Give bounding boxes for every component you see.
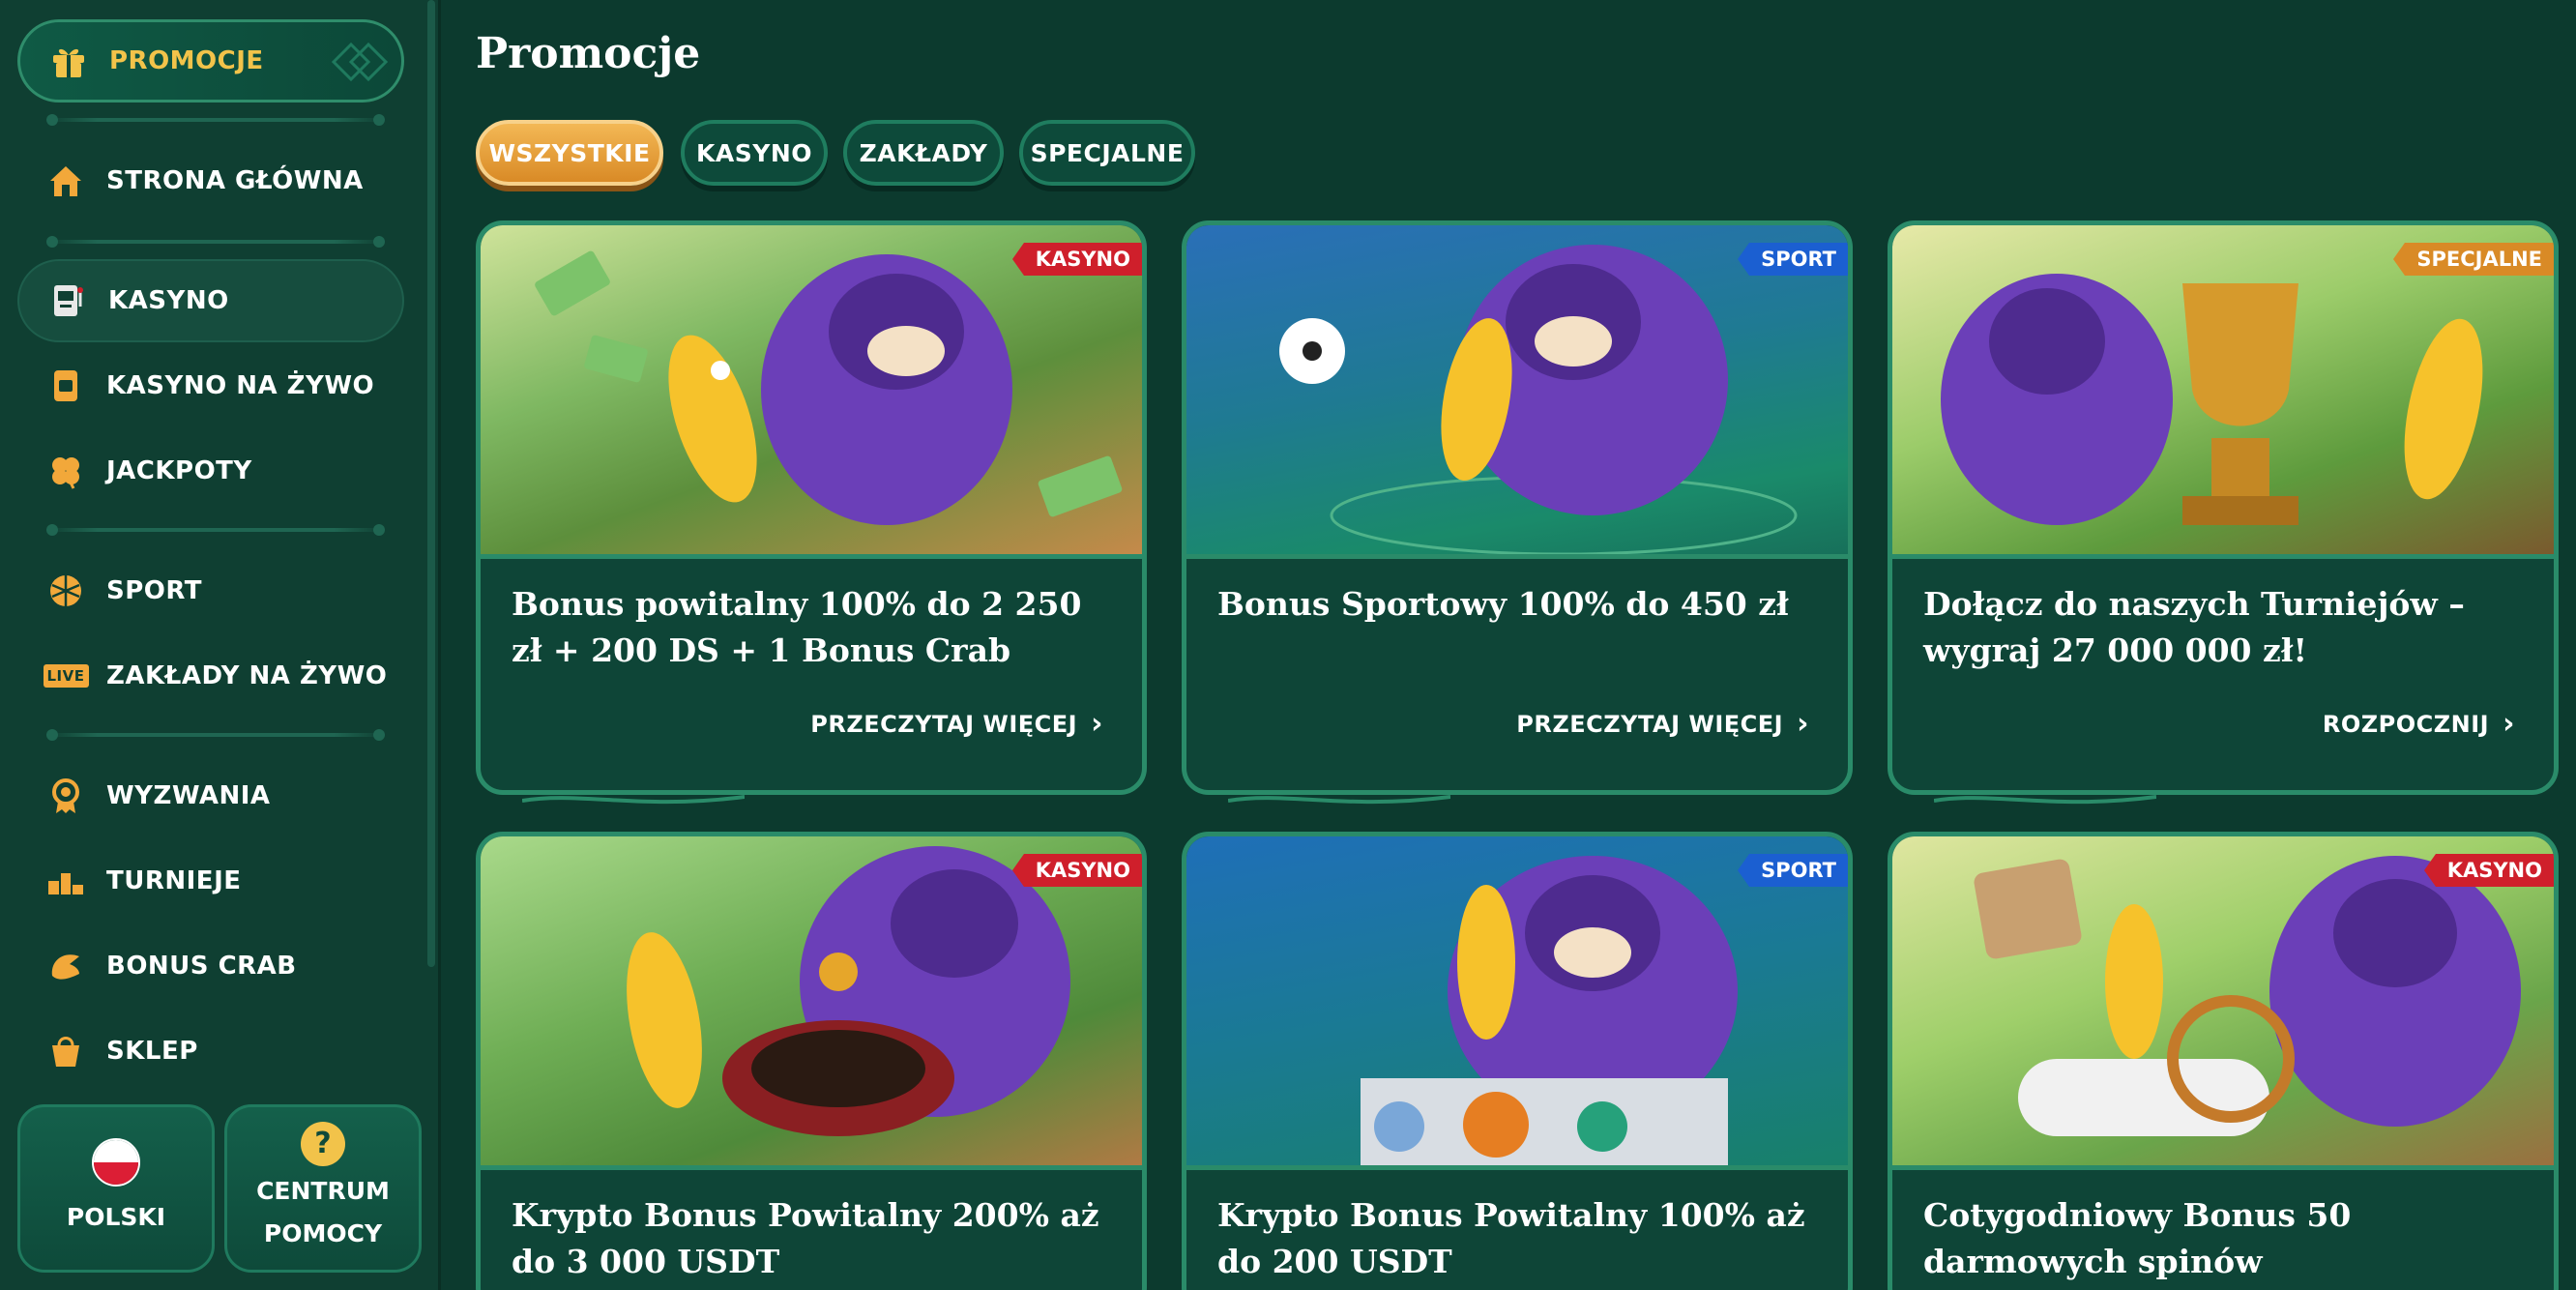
sidebar-item-label: KASYNO NA ŻYWO (106, 371, 375, 400)
question-icon: ? (301, 1122, 345, 1166)
sidebar-divider (46, 236, 385, 248)
live-casino-icon (44, 365, 87, 407)
sidebar-item-label: SPORT (106, 576, 202, 605)
sidebar-item-sklep[interactable]: SKLEP (17, 1010, 404, 1093)
sidebar-item-label: SKLEP (106, 1037, 198, 1066)
slot-machine-icon (46, 279, 89, 322)
sidebar-item-jackpoty[interactable]: JACKPOTY (17, 429, 404, 513)
chevron-right-icon: › (2503, 707, 2515, 741)
start-link[interactable]: ROZPOCZNIJ › (2323, 707, 2515, 741)
promo-card[interactable]: KASYNO Cotygodniowy Bonus 50 darmowych s… (1888, 832, 2559, 1290)
sidebar-item-zaklady-na-zywo[interactable]: LIVE ZAKŁADY NA ŻYWO (17, 634, 404, 718)
category-badge: SPECJALNE (2393, 243, 2554, 276)
promo-title: Bonus Sportowy 100% do 450 zł (1217, 585, 1789, 623)
sidebar-item-promocje[interactable]: PROMOCJE (17, 19, 404, 103)
category-badge: KASYNO (1011, 854, 1142, 887)
promo-card[interactable]: SPECJALNE Dołącz do naszych Turniejów – … (1888, 220, 2559, 795)
podium-icon (44, 860, 87, 902)
ball-icon (44, 570, 87, 612)
sidebar-item-turnieje[interactable]: TURNIEJE (17, 839, 404, 923)
promo-title: Dołącz do naszych Turniejów – wygraj 27 … (1923, 585, 2465, 669)
category-badge: SPORT (1738, 854, 1848, 887)
sidebar-divider (46, 729, 385, 741)
sidebar-item-kasyno-na-zywo[interactable]: KASYNO NA ŻYWO (17, 344, 404, 427)
help-label-line1: CENTRUM (256, 1177, 390, 1205)
leaf-decoration-icon (331, 42, 388, 82)
help-center-button[interactable]: ? CENTRUM POMOCY (224, 1104, 422, 1273)
chevron-right-icon: › (1091, 707, 1103, 741)
category-badge: SPORT (1738, 243, 1848, 276)
promo-image-football: SPORT (1186, 225, 1848, 559)
shopping-bag-icon (44, 1030, 87, 1072)
sidebar-item-label: JACKPOTY (106, 456, 252, 485)
medal-icon (44, 775, 87, 817)
sidebar-item-wyzwania[interactable]: WYZWANIA (17, 754, 404, 837)
category-badge: KASYNO (1011, 243, 1142, 276)
sidebar-item-label: BONUS CRAB (106, 952, 297, 981)
chevron-right-icon: › (1797, 707, 1809, 741)
promo-card[interactable]: KASYNO Krypto Bonus Powitalny 200% aż do… (476, 832, 1147, 1290)
sidebar-item-sport[interactable]: SPORT (17, 549, 404, 632)
vine-decoration (1228, 795, 1450, 805)
crab-claw-icon (44, 945, 87, 987)
sidebar-item-label: TURNIEJE (106, 866, 242, 895)
promo-image-crypto: SPORT (1186, 836, 1848, 1170)
promo-title: Cotygodniowy Bonus 50 darmowych spinów (1923, 1196, 2352, 1280)
live-badge-icon: LIVE (43, 655, 89, 697)
tab-kasyno[interactable]: KASYNO (681, 120, 828, 186)
promo-image-jungle-money: KASYNO (481, 225, 1142, 559)
tab-wszystkie[interactable]: WSZYSTKIE (476, 120, 663, 186)
promo-image-trophy: SPECJALNE (1892, 225, 2554, 559)
sidebar-item-label: PROMOCJE (109, 46, 264, 75)
sidebar: PROMOCJE STRONA GŁÓWNA KASYNO KASYNO NA … (0, 0, 441, 1290)
read-more-link[interactable]: PRZECZYTAJ WIĘCEJ › (1516, 707, 1809, 741)
vine-decoration (1934, 795, 2156, 805)
sidebar-scrollbar[interactable] (427, 0, 435, 967)
sidebar-divider (46, 114, 385, 126)
sidebar-item-strona-glowna[interactable]: STRONA GŁÓWNA (17, 139, 404, 222)
language-button[interactable]: POLSKI (17, 1104, 215, 1273)
category-badge: KASYNO (2423, 854, 2554, 887)
gift-icon (47, 40, 90, 82)
vine-decoration (522, 795, 745, 805)
tab-specjalne[interactable]: SPECJALNE (1019, 120, 1195, 186)
promo-image-slots: KASYNO (1892, 836, 2554, 1170)
app-root: PROMOCJE STRONA GŁÓWNA KASYNO KASYNO NA … (0, 0, 2576, 1290)
sidebar-item-label: WYZWANIA (106, 781, 271, 810)
read-more-link[interactable]: PRZECZYTAJ WIĘCEJ › (810, 707, 1103, 741)
promo-title: Krypto Bonus Powitalny 100% aż do 200 US… (1217, 1196, 1805, 1280)
sidebar-item-label: KASYNO (108, 286, 229, 315)
promo-title: Bonus powitalny 100% do 2 250 zł + 200 D… (512, 585, 1082, 669)
promo-title: Krypto Bonus Powitalny 200% aż do 3 000 … (512, 1196, 1099, 1280)
promo-card[interactable]: SPORT Bonus Sportowy 100% do 450 zł PRZE… (1182, 220, 1853, 795)
poland-flag-icon (92, 1138, 140, 1187)
promo-card[interactable]: KASYNO Bonus powitalny 100% do 2 250 zł … (476, 220, 1147, 795)
page-title: Promocje (476, 29, 701, 78)
clover-icon (44, 450, 87, 492)
tab-zaklady[interactable]: ZAKŁADY (843, 120, 1004, 186)
promo-card[interactable]: SPORT Krypto Bonus Powitalny 100% aż do … (1182, 832, 1853, 1290)
home-icon (44, 160, 87, 202)
sidebar-item-kasyno[interactable]: KASYNO (17, 259, 404, 342)
sidebar-item-label: ZAKŁADY NA ŻYWO (106, 661, 388, 690)
language-label: POLSKI (66, 1203, 166, 1231)
sidebar-item-label: STRONA GŁÓWNA (106, 166, 364, 195)
help-label-line2: POMOCY (263, 1219, 383, 1247)
sidebar-divider (46, 524, 385, 536)
promo-image-roulette: KASYNO (481, 836, 1142, 1170)
sidebar-item-bonus-crab[interactable]: BONUS CRAB (17, 924, 404, 1008)
